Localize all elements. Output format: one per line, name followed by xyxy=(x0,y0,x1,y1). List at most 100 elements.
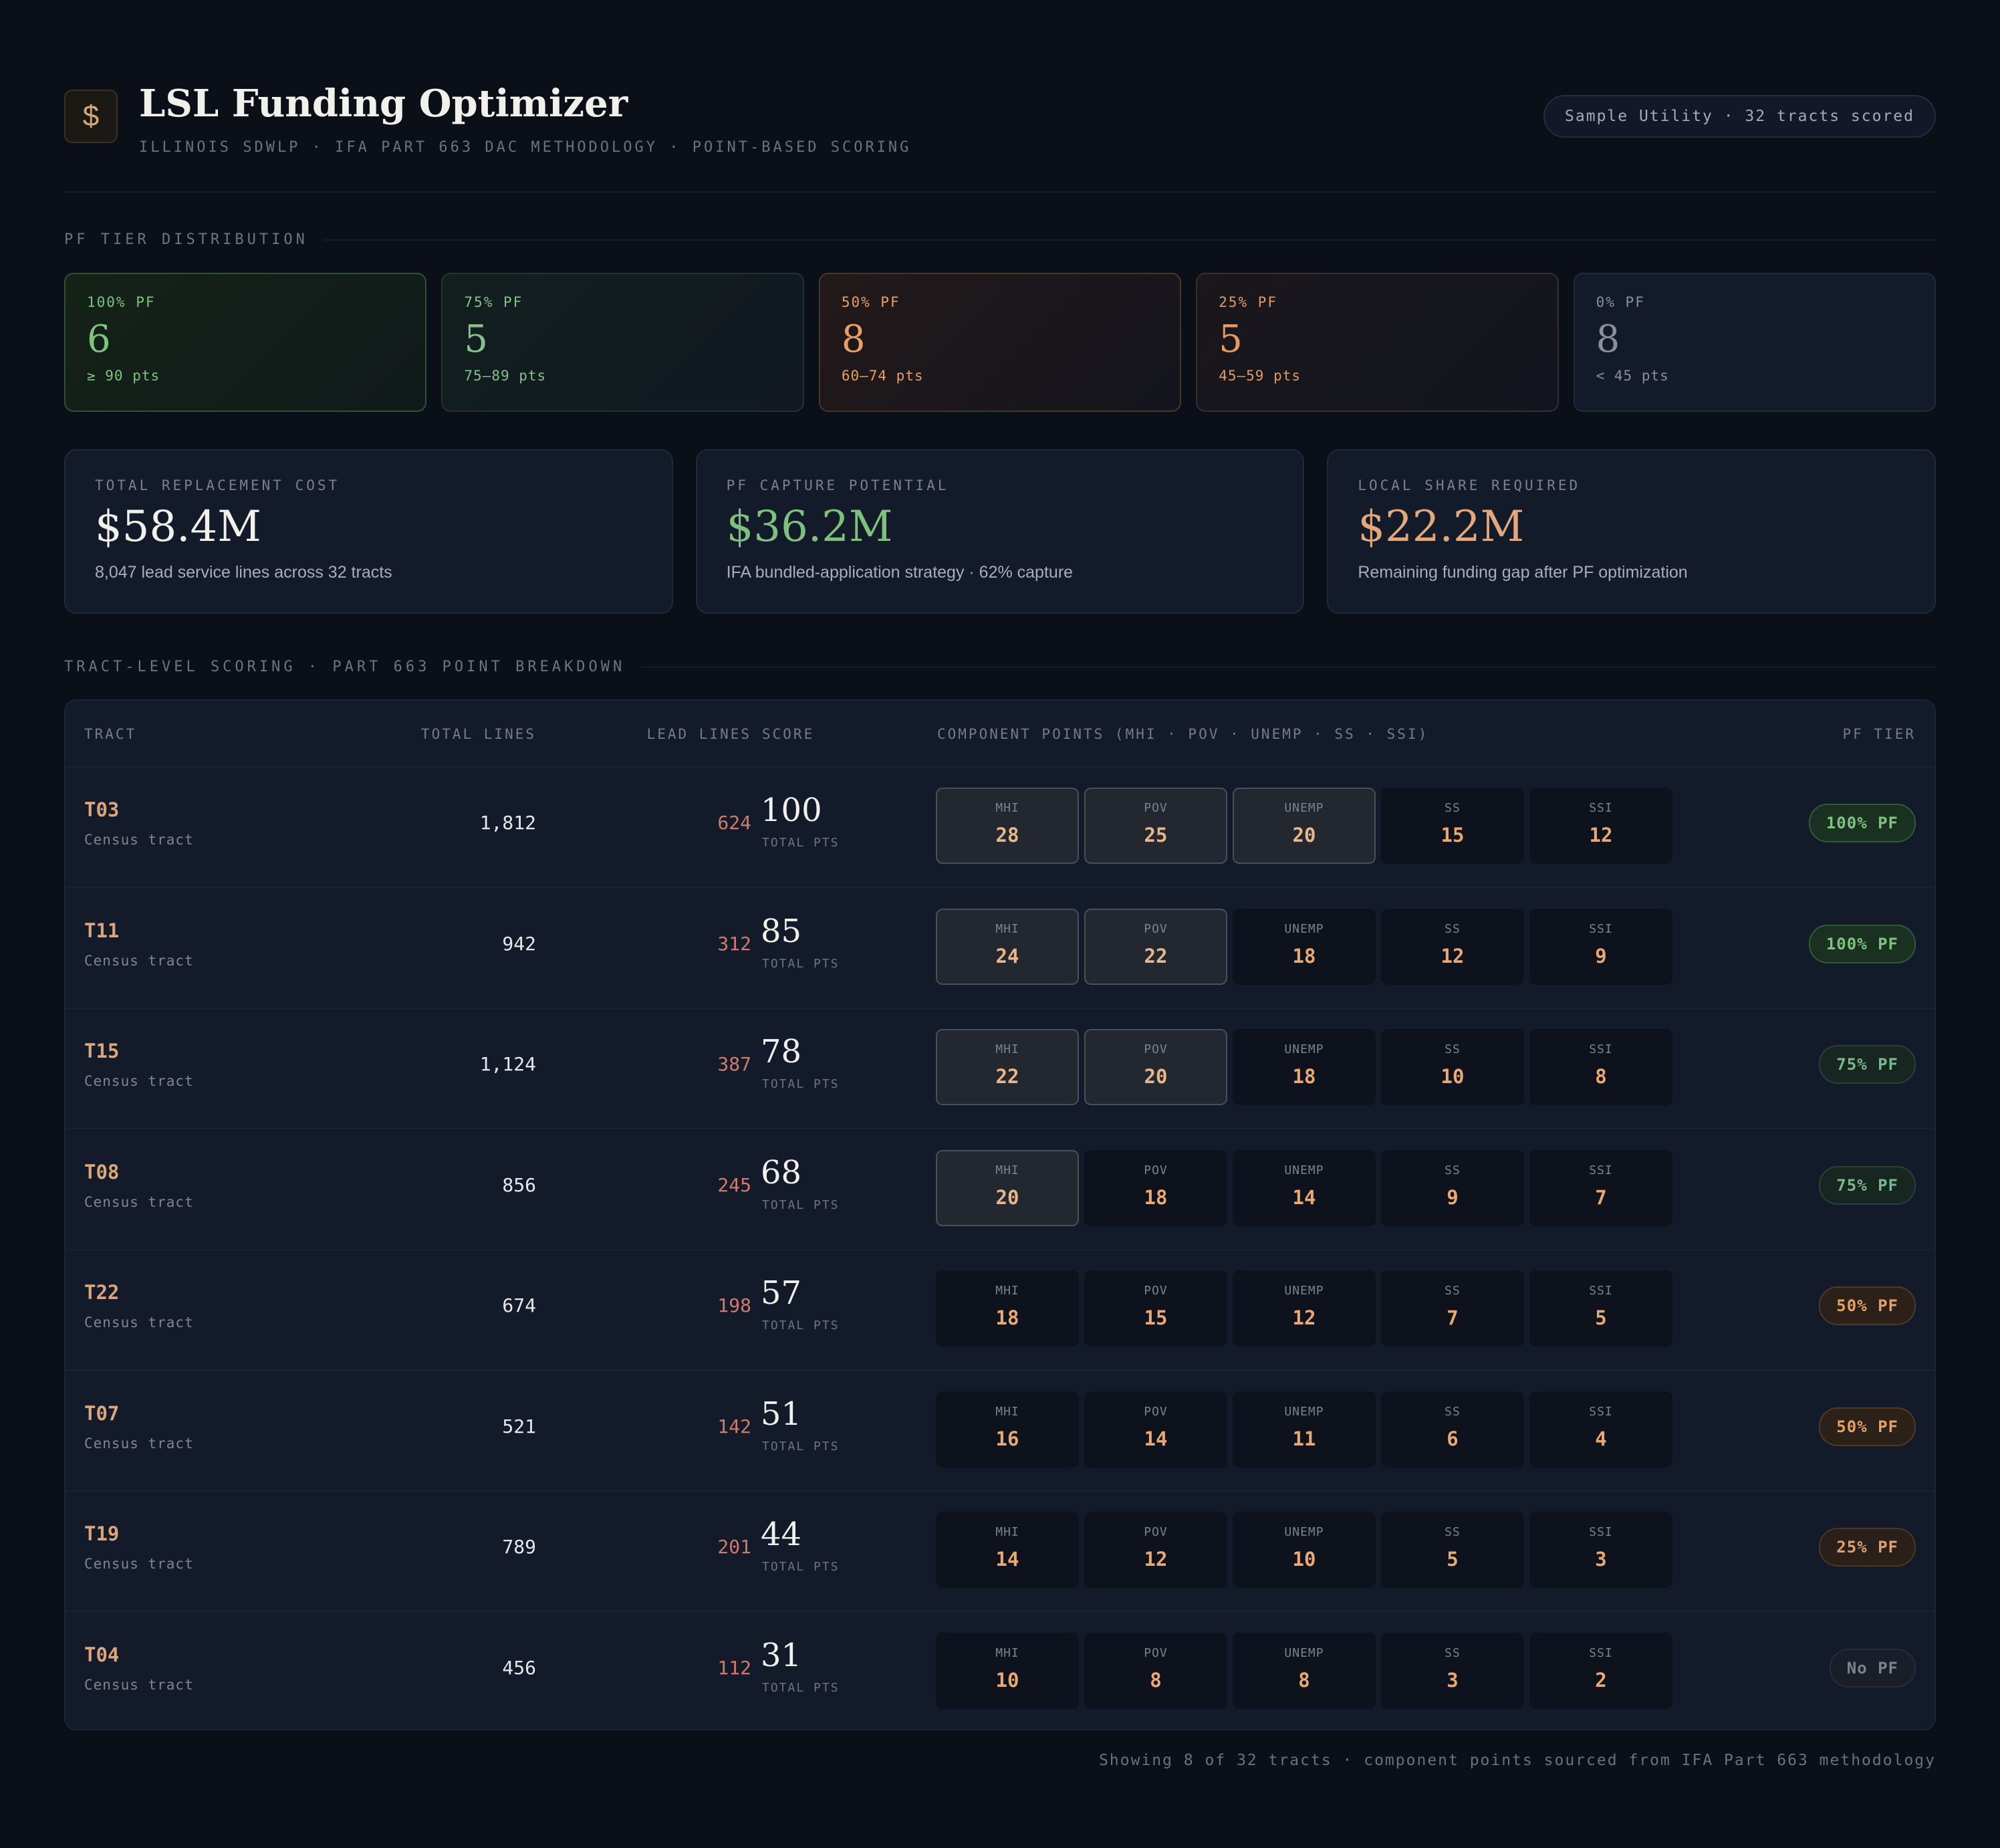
tract-id[interactable]: T15 xyxy=(84,1040,119,1062)
component-cell: MHI 14 xyxy=(936,1512,1079,1588)
component-cell: SSI 12 xyxy=(1529,788,1672,864)
score-value: 68 xyxy=(761,1153,802,1191)
component-value: 3 xyxy=(1595,1548,1607,1571)
tier-card[interactable]: 100% PF 6 ≥ 90 pts xyxy=(64,273,427,412)
tier-card[interactable]: 50% PF 8 60–74 pts xyxy=(818,273,1182,412)
component-label: MHI xyxy=(995,921,1019,936)
component-label: SSI xyxy=(1589,1042,1613,1056)
table-row[interactable]: T07 Census tract 521 142 51 TOTAL PTS MHI 16 POV… xyxy=(66,1370,1934,1492)
component-value: 20 xyxy=(1292,824,1316,846)
component-cell: UNEMP 12 xyxy=(1233,1270,1376,1347)
stat-cards: TOTAL REPLACEMENT COST $58.4M 8,047 lead s… xyxy=(64,449,1936,614)
stat-value: $36.2M xyxy=(726,502,893,552)
component-cell: POV 8 xyxy=(1084,1632,1227,1709)
component-value: 18 xyxy=(1292,944,1316,967)
page-subtitle: ILLINOIS SDWLP · IFA PART 663 DAC METHOD… xyxy=(139,139,912,156)
tier-section-title: PF TIER DISTRIBUTION xyxy=(64,231,308,248)
tier-range: 75–89 pts xyxy=(464,368,547,384)
pf-tier-badge: 75% PF xyxy=(1819,1045,1916,1084)
component-label: SSI xyxy=(1589,801,1613,815)
lead-lines: 624 xyxy=(717,812,751,834)
component-points: MHI 20 POV 18 UNEMP 14 SS 9 SSI 7 xyxy=(936,1149,1672,1226)
tier-card[interactable]: 25% PF 5 45–59 pts xyxy=(1196,273,1559,412)
table-row[interactable]: T11 Census tract 942 312 85 TOTAL PTS MHI 24 POV… xyxy=(66,887,1934,1009)
component-points: MHI 28 POV 25 UNEMP 20 SS 15 SSI 12 xyxy=(936,788,1672,864)
component-cell: SSI 5 xyxy=(1529,1270,1672,1347)
tier-card[interactable]: 75% PF 5 75–89 pts xyxy=(441,273,804,412)
table-row[interactable]: T15 Census tract 1,124 387 78 TOTAL PTS MHI 22 P… xyxy=(66,1008,1934,1129)
score-caption: TOTAL PTS xyxy=(762,1439,840,1454)
component-points: MHI 24 POV 22 UNEMP 18 SS 12 SSI 9 xyxy=(936,908,1672,985)
tract-id[interactable]: T11 xyxy=(84,919,119,942)
tract-id[interactable]: T19 xyxy=(84,1522,119,1545)
col-total-lines[interactable]: TOTAL LINES xyxy=(421,726,536,742)
component-cell: SSI 2 xyxy=(1529,1632,1672,1709)
stat-caption: 8,047 lead service lines across 32 tract… xyxy=(95,563,392,582)
component-cell: POV 14 xyxy=(1084,1391,1227,1468)
component-label: SSI xyxy=(1589,1163,1613,1177)
col-score[interactable]: SCORE xyxy=(762,726,814,742)
component-points: MHI 16 POV 14 UNEMP 11 SS 6 SSI 4 xyxy=(936,1391,1672,1468)
component-label: SS xyxy=(1445,1645,1461,1660)
tract-id[interactable]: T08 xyxy=(84,1161,119,1183)
component-cell: SSI 3 xyxy=(1529,1512,1672,1588)
tract-id[interactable]: T04 xyxy=(84,1643,119,1666)
tract-id[interactable]: T22 xyxy=(84,1281,119,1304)
component-label: POV xyxy=(1144,801,1168,815)
component-label: MHI xyxy=(995,1404,1019,1419)
stat-label: LOCAL SHARE REQUIRED xyxy=(1358,477,1581,493)
lead-lines: 112 xyxy=(717,1656,751,1679)
stat-card: TOTAL REPLACEMENT COST $58.4M 8,047 lead s… xyxy=(64,449,673,614)
component-label: UNEMP xyxy=(1284,1042,1324,1056)
component-cell: MHI 24 xyxy=(936,908,1079,985)
component-value: 5 xyxy=(1595,1306,1607,1329)
component-cell: SSI 8 xyxy=(1529,1029,1672,1105)
tract-sub: Census tract xyxy=(84,1676,194,1693)
table-row[interactable]: T22 Census tract 674 198 57 TOTAL PTS MHI 18 POV… xyxy=(66,1249,1934,1371)
component-value: 18 xyxy=(1292,1065,1316,1088)
table-row[interactable]: T03 Census tract 1,812 624 100 TOTAL PTS MHI 28… xyxy=(66,766,1934,888)
stat-label: PF CAPTURE POTENTIAL xyxy=(726,477,949,493)
tract-sub: Census tract xyxy=(84,1193,194,1210)
component-label: SS xyxy=(1445,1042,1461,1056)
component-cell: SS 7 xyxy=(1381,1270,1524,1347)
tier-card[interactable]: 0% PF 8 < 45 pts xyxy=(1573,273,1936,412)
tract-id[interactable]: T07 xyxy=(84,1402,119,1425)
component-cell: POV 25 xyxy=(1084,788,1227,864)
col-lead-lines[interactable]: LEAD LINES xyxy=(647,726,751,742)
tier-label: 75% PF xyxy=(464,294,523,310)
total-lines: 1,812 xyxy=(479,812,536,834)
tract-id[interactable]: T03 xyxy=(84,798,119,821)
component-points: MHI 18 POV 15 UNEMP 12 SS 7 SSI 5 xyxy=(936,1270,1672,1347)
component-label: UNEMP xyxy=(1284,1525,1324,1539)
component-value: 12 xyxy=(1144,1548,1168,1571)
score-value: 44 xyxy=(761,1516,802,1553)
tract-sub: Census tract xyxy=(84,952,194,969)
section-rule xyxy=(324,239,1936,241)
score-caption: TOTAL PTS xyxy=(762,956,840,971)
total-lines: 674 xyxy=(502,1294,536,1316)
stat-caption: Remaining funding gap after PF optimizat… xyxy=(1358,563,1688,582)
lead-lines: 142 xyxy=(717,1415,751,1437)
component-value: 7 xyxy=(1595,1185,1607,1209)
col-tract[interactable]: TRACT xyxy=(84,726,136,742)
utility-pill[interactable]: Sample Utility · 32 tracts scored xyxy=(1543,95,1936,138)
component-cell: SS 5 xyxy=(1381,1512,1524,1588)
component-cell: POV 20 xyxy=(1084,1029,1227,1105)
pf-tier-badge: 100% PF xyxy=(1808,804,1916,842)
component-cell: SS 12 xyxy=(1381,908,1524,985)
component-value: 12 xyxy=(1441,944,1465,967)
score-caption: TOTAL PTS xyxy=(762,1560,840,1574)
score-caption: TOTAL PTS xyxy=(762,1197,840,1212)
component-label: MHI xyxy=(995,1525,1019,1539)
table-row[interactable]: T19 Census tract 789 201 44 TOTAL PTS MHI 14 POV… xyxy=(66,1490,1934,1612)
col-pf-tier[interactable]: PF TIER xyxy=(1842,726,1916,742)
lead-lines: 387 xyxy=(717,1053,751,1075)
component-value: 9 xyxy=(1447,1185,1459,1209)
tier-count: 8 xyxy=(841,318,866,361)
table-row[interactable]: T08 Census tract 856 245 68 TOTAL PTS MHI 20 POV… xyxy=(66,1129,1934,1250)
component-cell: UNEMP 10 xyxy=(1233,1512,1376,1588)
table-row[interactable]: T04 Census tract 456 112 31 TOTAL PTS MHI 10 POV… xyxy=(66,1611,1934,1730)
pf-tier-badge: No PF xyxy=(1829,1648,1916,1688)
component-label: POV xyxy=(1144,1645,1168,1660)
